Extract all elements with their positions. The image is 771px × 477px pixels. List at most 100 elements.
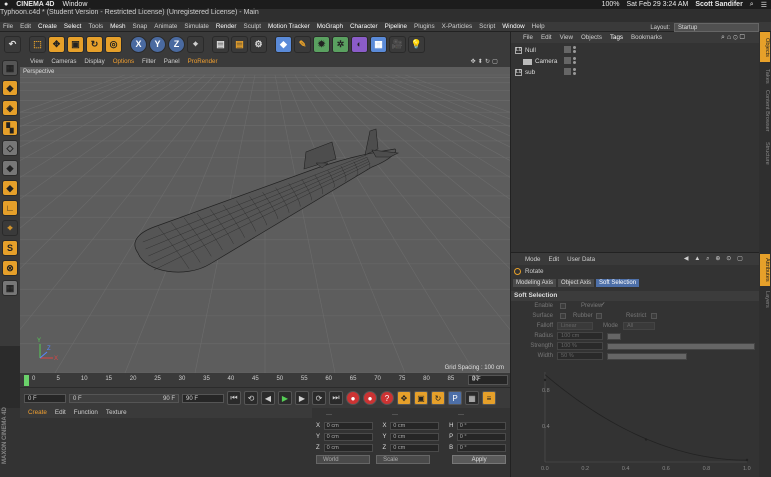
- floor-icon[interactable]: ▦: [370, 35, 387, 53]
- previous-frame-icon[interactable]: ◀: [261, 391, 275, 405]
- curve-knot[interactable]: [543, 378, 547, 382]
- object-flags[interactable]: [564, 57, 576, 64]
- keyframe-selection-icon[interactable]: ?: [380, 391, 394, 405]
- render-dots-icon[interactable]: [573, 68, 576, 75]
- render-view-icon[interactable]: ▤: [212, 35, 229, 53]
- side-tab-attributes[interactable]: Attributes: [760, 254, 770, 286]
- render-picture-viewer-icon[interactable]: ▤: [231, 35, 248, 53]
- viewport-menu-cameras[interactable]: Cameras: [51, 58, 76, 65]
- radius-field[interactable]: 100 cm: [557, 332, 603, 340]
- viewport-menu-panel[interactable]: Panel: [164, 58, 180, 65]
- range-slider[interactable]: 0 F 90 F: [69, 393, 179, 403]
- object-name[interactable]: sub: [525, 69, 535, 76]
- viewport-menu-view[interactable]: View: [30, 58, 43, 65]
- make-editable-icon[interactable]: ▦: [2, 60, 18, 76]
- model-mode-icon[interactable]: ◆: [2, 80, 18, 96]
- tab-soft-selection[interactable]: Soft Selection: [596, 278, 640, 287]
- viewport-navigation-icons[interactable]: ✥⬍↻▢: [471, 58, 500, 65]
- app-menu-mesh[interactable]: Mesh: [110, 23, 125, 30]
- locked-workplane-icon[interactable]: ⊗: [2, 260, 18, 276]
- material-manager[interactable]: Create Edit Function Texture: [20, 408, 312, 477]
- app-menu-create[interactable]: Create: [38, 23, 57, 30]
- object-menu-tags[interactable]: Tags: [610, 34, 623, 41]
- app-menu-animate[interactable]: Animate: [154, 23, 177, 30]
- attribute-menu-user-data[interactable]: User Data: [567, 256, 595, 263]
- rubber-checkbox[interactable]: [596, 313, 602, 319]
- recent-tool-icon[interactable]: ◎: [105, 35, 122, 53]
- cloner-icon[interactable]: ✲: [332, 35, 349, 53]
- cube-icon[interactable]: ◆: [275, 35, 292, 53]
- battery-status[interactable]: 100%: [602, 1, 620, 8]
- restrict-checkbox[interactable]: [651, 313, 657, 319]
- app-menu-script[interactable]: Script: [479, 23, 495, 30]
- side-tab-takes[interactable]: Takes: [760, 66, 770, 86]
- material-menu-texture[interactable]: Texture: [106, 409, 127, 417]
- strength-slider[interactable]: [607, 342, 755, 350]
- polygons-mode-icon[interactable]: ◆: [2, 180, 18, 196]
- points-mode-icon[interactable]: ◇: [2, 140, 18, 156]
- clock[interactable]: Sat Feb 29 3:24 AM: [626, 1, 688, 8]
- undo-icon[interactable]: ↶: [4, 35, 21, 53]
- app-menu-character[interactable]: Character: [350, 23, 378, 30]
- app-menu-x-particles[interactable]: X-Particles: [442, 23, 472, 30]
- object-menu-edit[interactable]: Edit: [541, 34, 552, 41]
- autokey-icon[interactable]: ●: [363, 391, 377, 405]
- coord-value-field[interactable]: 0 cm: [323, 422, 373, 430]
- end-frame-field[interactable]: 90 F: [182, 393, 224, 403]
- render-dots-icon[interactable]: [573, 46, 576, 53]
- z-axis-icon[interactable]: Z: [168, 35, 185, 53]
- object-flags[interactable]: [564, 46, 576, 53]
- viewport-perspective[interactable]: Y X Z Perspective Grid Spacing : 100 cm: [20, 67, 510, 373]
- object-row[interactable]: L0 sub: [511, 67, 759, 78]
- surface-checkbox[interactable]: [560, 313, 566, 319]
- object-row[interactable]: L0 Null: [511, 45, 759, 56]
- object-name[interactable]: Null: [525, 47, 536, 54]
- timeline[interactable]: 0 F 0 5 10 15 20 25 30 35 40 45 50 55 60 65 70 75 80 85 90: [20, 373, 510, 387]
- app-menu-tools[interactable]: Tools: [88, 23, 103, 30]
- submarine-model[interactable]: [134, 128, 400, 273]
- strength-field[interactable]: 100 %: [557, 342, 603, 350]
- apply-button[interactable]: Apply: [452, 455, 506, 464]
- pen-icon[interactable]: ✎: [294, 35, 311, 53]
- menu-list-icon[interactable]: ☰: [761, 1, 767, 9]
- enable-checkbox[interactable]: [560, 303, 566, 309]
- material-menu-edit[interactable]: Edit: [55, 409, 66, 417]
- side-tab-layers[interactable]: Layers: [760, 288, 770, 310]
- scale-key-icon[interactable]: ▣: [414, 391, 428, 405]
- go-to-end-icon[interactable]: ⏭: [329, 391, 343, 405]
- next-key-icon[interactable]: ⟳: [312, 391, 326, 405]
- object-row[interactable]: Camera: [511, 56, 759, 67]
- object-menu-file[interactable]: File: [523, 34, 533, 41]
- width-slider[interactable]: [607, 352, 687, 360]
- viewport-menu-display[interactable]: Display: [84, 58, 104, 65]
- visibility-icon[interactable]: [564, 46, 571, 53]
- curve-knot[interactable]: [745, 458, 749, 462]
- workplane-icon[interactable]: ▚: [2, 120, 18, 136]
- subdivision-icon[interactable]: ✹: [313, 35, 330, 53]
- timeline-menu-icon[interactable]: ≡: [482, 391, 496, 405]
- coord-value-field[interactable]: 0 cm: [323, 444, 373, 452]
- mac-menu-window[interactable]: Window: [62, 1, 87, 8]
- rotation-key-icon[interactable]: ↻: [431, 391, 445, 405]
- width-field[interactable]: 50 %: [557, 352, 603, 360]
- render-dots-icon[interactable]: [573, 57, 576, 64]
- side-tab-objects[interactable]: Objects: [760, 32, 770, 62]
- side-tab-structure[interactable]: Structure: [760, 136, 770, 170]
- record-icon[interactable]: ●: [346, 391, 360, 405]
- attribute-menu-edit[interactable]: Edit: [548, 256, 559, 263]
- timeline-playhead[interactable]: [24, 375, 29, 386]
- play-icon[interactable]: ▶: [278, 391, 292, 405]
- coord-value-field[interactable]: 0 °: [456, 422, 506, 430]
- tweak-icon[interactable]: ⌖: [2, 220, 18, 236]
- object-name[interactable]: Camera: [535, 58, 557, 65]
- coord-value-field[interactable]: 0 cm: [390, 422, 440, 430]
- viewport-menu-options[interactable]: Options: [113, 58, 134, 65]
- snap-icon[interactable]: S: [2, 240, 18, 256]
- apple-icon[interactable]: ●: [4, 1, 8, 8]
- camera-icon[interactable]: 🎥: [389, 35, 406, 53]
- coord-value-field[interactable]: 0 °: [456, 433, 506, 441]
- move-tool-icon[interactable]: ✥: [48, 35, 65, 53]
- app-menu-render[interactable]: Render: [216, 23, 237, 30]
- size-mode-dropdown[interactable]: Scale: [376, 455, 431, 464]
- app-menu-window[interactable]: Window: [502, 23, 524, 30]
